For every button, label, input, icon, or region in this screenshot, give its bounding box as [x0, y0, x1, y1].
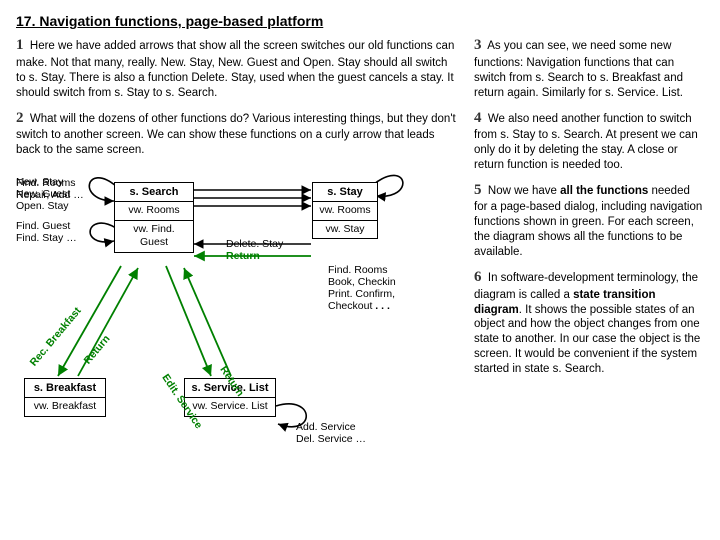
para-1-num: 1	[16, 37, 24, 53]
para-6: 6 In software-development terminology, t…	[474, 268, 704, 377]
para-2-text: What will the dozens of other functions …	[16, 113, 456, 156]
left-column: 1 Here we have added arrows that show al…	[16, 36, 456, 486]
para-5: 5 Now we have all the functions needed f…	[474, 181, 704, 260]
para-5-num: 5	[474, 182, 482, 198]
para-3: 3 As you can see, we need some new funct…	[474, 36, 704, 100]
state-search: s. Search vw. Rooms vw. Find. Guest	[114, 182, 194, 253]
para-3-text: As you can see, we need some new functio…	[474, 40, 683, 98]
para-1: 1 Here we have added arrows that show al…	[16, 36, 456, 100]
state-breakfast: s. Breakfast vw. Breakfast	[24, 378, 106, 417]
para-2: 2 What will the dozens of other function…	[16, 109, 456, 158]
para-5-text-b: all the functions	[560, 185, 648, 197]
para-2-num: 2	[16, 110, 24, 126]
state-transition-diagram: s. Search vw. Rooms vw. Find. Guest s. S…	[16, 166, 456, 486]
para-4-text: We also need another function to switch …	[474, 113, 698, 171]
para-1-text: Here we have added arrows that show all …	[16, 40, 454, 98]
state-search-row-1: vw. Rooms	[114, 202, 194, 221]
right-column: 3 As you can see, we need some new funct…	[474, 36, 704, 486]
page-title: 17. Navigation functions, page-based pla…	[16, 12, 704, 30]
state-stay-title: s. Stay	[312, 182, 378, 202]
state-search-title: s. Search	[114, 182, 194, 202]
stay-loop-labels: Find. Rooms Book, Checkin Print. Confirm…	[328, 264, 396, 312]
para-4-num: 4	[474, 110, 482, 126]
state-breakfast-row-1: vw. Breakfast	[24, 398, 106, 417]
para-6-num: 6	[474, 269, 482, 285]
service-loop-labels: Add. Service Del. Service …	[296, 421, 366, 445]
state-breakfast-title: s. Breakfast	[24, 378, 106, 398]
para-5-text-a: Now we have	[488, 185, 560, 197]
search-loop-labels-2: Find. Guest Find. Stay …	[16, 220, 77, 244]
diagram-arrows	[16, 166, 456, 486]
para-3-num: 3	[474, 37, 482, 53]
stay-to-search-labels: Delete. Stay Return	[226, 238, 283, 262]
para-4: 4 We also need another function to switc…	[474, 109, 704, 173]
state-stay-row-1: vw. Rooms	[312, 202, 378, 221]
state-stay: s. Stay vw. Rooms vw. Stay	[312, 182, 378, 240]
edge-label-return-1: Return	[82, 333, 114, 368]
state-search-row-2: vw. Find. Guest	[114, 221, 194, 253]
content-columns: 1 Here we have added arrows that show al…	[16, 36, 704, 486]
search-to-stay-labels: New. Stay New. Guest Open. Stay	[16, 176, 70, 212]
edge-label-recbreakfast: Rec. Breakfast	[28, 305, 85, 370]
state-stay-row-2: vw. Stay	[312, 221, 378, 240]
